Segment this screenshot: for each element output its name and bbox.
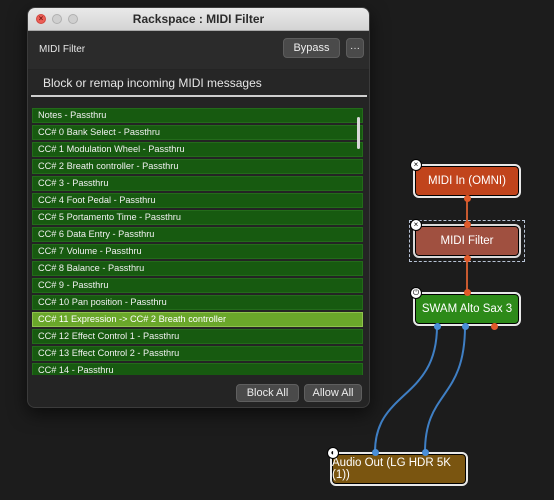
window-zoom-button[interactable] xyxy=(68,14,78,24)
midi-message-list: Notes - Passthru CC# 0 Bank Select - Pass… xyxy=(32,108,363,375)
midi-in-port[interactable] xyxy=(464,221,471,228)
audio-out-node[interactable]: Audio Out (LG HDR 5K (1)) xyxy=(330,452,468,486)
list-item[interactable]: CC# 11 Expression -> CC# 2 Breath contro… xyxy=(32,312,363,327)
list-item[interactable]: CC# 8 Balance - Passthru xyxy=(32,261,363,276)
audio-in-port-right[interactable] xyxy=(422,449,429,456)
list-item[interactable]: CC# 10 Pan position - Passthru xyxy=(32,295,363,310)
close-icon[interactable]: × xyxy=(410,159,422,171)
audio-wire-left[interactable] xyxy=(374,325,438,453)
midi-in-port[interactable] xyxy=(464,289,471,296)
audio-out-node-label: Audio Out (LG HDR 5K (1)) xyxy=(332,457,451,481)
list-item[interactable]: CC# 1 Modulation Wheel - Passthru xyxy=(32,142,363,157)
plugin-header: Block or remap incoming MIDI messages xyxy=(28,70,369,95)
midi-out-port[interactable] xyxy=(464,255,471,262)
plugin-window: × Rackspace : MIDI Filter MIDI Filter By… xyxy=(27,7,370,408)
list-item[interactable]: CC# 13 Effect Control 2 - Passthru xyxy=(32,346,363,361)
list-item[interactable]: CC# 4 Foot Pedal - Passthru xyxy=(32,193,363,208)
swam-node-label: SWAM Alto Sax 3 xyxy=(421,303,513,315)
audio-out-port-left[interactable] xyxy=(434,323,441,330)
midi-in-node[interactable]: MIDI In (OMNI) xyxy=(413,164,521,198)
midi-filter-node-label: MIDI Filter xyxy=(440,235,494,247)
list-item[interactable]: Notes - Passthru xyxy=(32,108,363,123)
divider xyxy=(31,95,367,97)
midi-out-port[interactable] xyxy=(464,195,471,202)
window-close-button[interactable]: × xyxy=(36,14,46,24)
bypass-button[interactable]: Bypass xyxy=(283,38,340,58)
close-icon[interactable]: × xyxy=(410,219,422,231)
block-all-button[interactable]: Block All xyxy=(236,384,299,402)
window-titlebar[interactable]: × Rackspace : MIDI Filter xyxy=(28,8,369,31)
power-icon[interactable]: ⏻ xyxy=(410,287,422,299)
list-item[interactable]: CC# 6 Data Entry - Passthru xyxy=(32,227,363,242)
more-options-button[interactable]: ··· xyxy=(346,38,364,58)
midi-filter-node[interactable]: MIDI Filter xyxy=(413,224,521,258)
audio-out-port-right[interactable] xyxy=(462,323,469,330)
window-title: Rackspace : MIDI Filter xyxy=(132,12,265,26)
audio-input-icon[interactable]: ◐ xyxy=(327,447,339,459)
list-item[interactable]: CC# 0 Bank Select - Passthru xyxy=(32,125,363,140)
plugin-description: Block or remap incoming MIDI messages xyxy=(43,75,262,90)
list-item[interactable]: CC# 7 Volume - Passthru xyxy=(32,244,363,259)
swam-alto-sax-node[interactable]: SWAM Alto Sax 3 xyxy=(413,292,521,326)
audio-wire-right[interactable] xyxy=(424,325,466,453)
list-item[interactable]: CC# 3 - Passthru xyxy=(32,176,363,191)
list-item[interactable]: CC# 14 - Passthru xyxy=(32,363,363,375)
list-scrollbar[interactable] xyxy=(356,108,362,375)
midi-out-port[interactable] xyxy=(491,323,498,330)
plugin-name: MIDI Filter xyxy=(39,44,86,55)
window-minimize-button[interactable] xyxy=(52,14,62,24)
list-item[interactable]: CC# 9 - Passthru xyxy=(32,278,363,293)
list-item[interactable]: CC# 2 Breath controller - Passthru xyxy=(32,159,363,174)
scrollbar-thumb[interactable] xyxy=(357,117,360,149)
allow-all-button[interactable]: Allow All xyxy=(304,384,362,402)
list-item[interactable]: CC# 12 Effect Control 1 - Passthru xyxy=(32,329,363,344)
audio-in-port-left[interactable] xyxy=(372,449,379,456)
list-item[interactable]: CC# 5 Portamento Time - Passthru xyxy=(32,210,363,225)
plugin-toolbar: MIDI Filter Bypass ··· xyxy=(28,31,369,69)
midi-in-node-label: MIDI In (OMNI) xyxy=(428,175,506,187)
